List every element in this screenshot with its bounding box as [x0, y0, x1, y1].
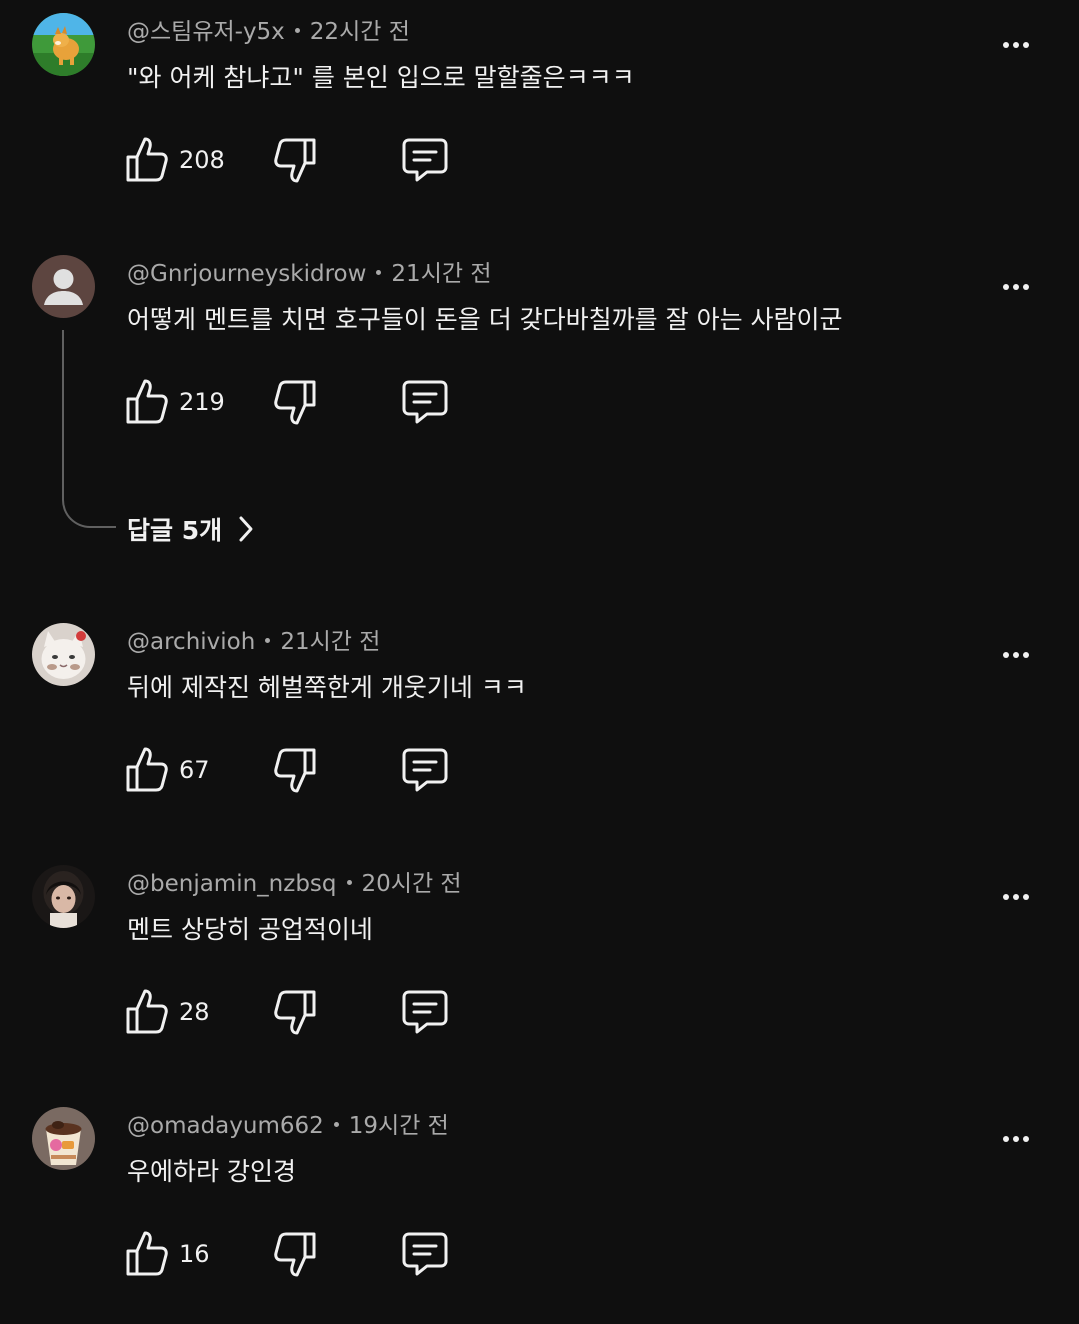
- thumbs-up-icon[interactable]: [125, 987, 169, 1035]
- more-options-button[interactable]: [993, 28, 1039, 62]
- thumbs-down-icon[interactable]: [273, 137, 317, 185]
- comment-actions: 67: [125, 745, 465, 795]
- avatar[interactable]: [32, 1107, 95, 1170]
- author-name[interactable]: @benjamin_nzbsq: [127, 871, 337, 897]
- like-count: 16: [179, 1240, 210, 1268]
- comment-text: 멘트 상당히 공업적이네: [127, 915, 373, 944]
- avatar[interactable]: [32, 13, 95, 76]
- avatar[interactable]: [32, 623, 95, 686]
- more-dots-icon: [1003, 42, 1009, 48]
- author-name[interactable]: @Gnrjourneyskidrow: [127, 261, 366, 287]
- white-cat-avatar-icon: [32, 623, 95, 686]
- reply-comment-icon[interactable]: [401, 1231, 449, 1277]
- comment-time[interactable]: 20시간 전: [362, 871, 462, 897]
- thumbs-up-icon[interactable]: [125, 745, 169, 793]
- more-dots-icon: [1003, 284, 1009, 290]
- comment-meta: @Gnrjourneyskidrow 21시간 전: [127, 258, 491, 290]
- comment-text: 어떻게 멘트를 치면 호구들이 돈을 더 갖다바칠까를 잘 아는 사람이군: [127, 305, 843, 334]
- more-options-button[interactable]: [993, 880, 1039, 914]
- separator-dot: [294, 28, 300, 33]
- comment-actions: 219: [125, 377, 465, 427]
- separator-dot: [265, 638, 271, 643]
- like-count: 28: [179, 998, 210, 1026]
- comment-time[interactable]: 21시간 전: [280, 629, 380, 655]
- reply-comment-icon[interactable]: [401, 747, 449, 793]
- like-count: 67: [179, 756, 210, 784]
- comment-item: @스팀유저-y5x 22시간 전 "와 어케 참냐고" 를 본인 입으로 말할줄은…: [0, 0, 1079, 230]
- comment-item: @Gnrjourneyskidrow 21시간 전 어떻게 멘트를 치면 호구들이…: [0, 242, 1079, 472]
- thread-connector-line: [62, 330, 116, 528]
- author-name[interactable]: @스팀유저-y5x: [127, 19, 285, 45]
- comment-meta: @archivioh 21시간 전: [127, 626, 380, 658]
- thumbs-up-icon[interactable]: [125, 1229, 169, 1277]
- thumbs-down-icon[interactable]: [273, 747, 317, 795]
- avatar[interactable]: [32, 865, 95, 928]
- comment-actions: 28: [125, 987, 465, 1037]
- more-dots-icon: [1003, 894, 1009, 900]
- comment-actions: 208: [125, 135, 465, 185]
- comment-meta: @benjamin_nzbsq 20시간 전: [127, 868, 462, 900]
- more-options-button[interactable]: [993, 270, 1039, 304]
- more-options-button[interactable]: [993, 638, 1039, 672]
- reply-comment-icon[interactable]: [401, 379, 449, 425]
- more-dots-icon: [1003, 652, 1009, 658]
- comment-item: @benjamin_nzbsq 20시간 전 멘트 상당히 공업적이네 28: [0, 852, 1079, 1082]
- person-photo-avatar-icon: [32, 865, 95, 928]
- thumbs-up-icon[interactable]: [125, 135, 169, 183]
- more-dots-icon: [1003, 1136, 1009, 1142]
- comment-item: @omadayum662 19시간 전 우에하라 강인경 16: [0, 1094, 1079, 1324]
- thumbs-up-icon[interactable]: [125, 377, 169, 425]
- comment-text: "와 어케 참냐고" 를 본인 입으로 말할줄은ㅋㅋㅋ: [127, 63, 635, 92]
- shiba-dog-avatar-icon: [32, 13, 95, 76]
- separator-dot: [333, 1122, 339, 1127]
- reply-comment-icon[interactable]: [401, 989, 449, 1035]
- comment-meta: @omadayum662 19시간 전: [127, 1110, 449, 1142]
- comment-time[interactable]: 19시간 전: [349, 1113, 449, 1139]
- default-user-avatar-icon: [32, 255, 95, 318]
- avatar[interactable]: [32, 255, 95, 318]
- comment-actions: 16: [125, 1229, 465, 1279]
- separator-dot: [346, 880, 352, 885]
- thumbs-down-icon[interactable]: [273, 1231, 317, 1279]
- comment-item: @archivioh 21시간 전 뒤에 제작진 헤벌쭉한게 개웃기네 ㅋㅋ 67: [0, 610, 1079, 840]
- comment-time[interactable]: 22시간 전: [310, 19, 410, 45]
- comment-meta: @스팀유저-y5x 22시간 전: [127, 16, 410, 48]
- replies-label: 답글 5개: [127, 516, 223, 545]
- comment-time[interactable]: 21시간 전: [391, 261, 491, 287]
- like-count: 208: [179, 146, 225, 174]
- comment-text: 뒤에 제작진 헤벌쭉한게 개웃기네 ㅋㅋ: [127, 673, 527, 702]
- more-options-button[interactable]: [993, 1122, 1039, 1156]
- author-name[interactable]: @archivioh: [127, 629, 255, 655]
- separator-dot: [376, 270, 382, 275]
- chevron-right-icon: [239, 516, 253, 542]
- ice-cream-cup-avatar-icon: [32, 1107, 95, 1170]
- thumbs-down-icon[interactable]: [273, 379, 317, 427]
- view-replies-button[interactable]: 답글 5개: [127, 510, 256, 548]
- comment-text: 우에하라 강인경: [127, 1157, 296, 1186]
- thumbs-down-icon[interactable]: [273, 989, 317, 1037]
- reply-comment-icon[interactable]: [401, 137, 449, 183]
- author-name[interactable]: @omadayum662: [127, 1113, 324, 1139]
- like-count: 219: [179, 388, 225, 416]
